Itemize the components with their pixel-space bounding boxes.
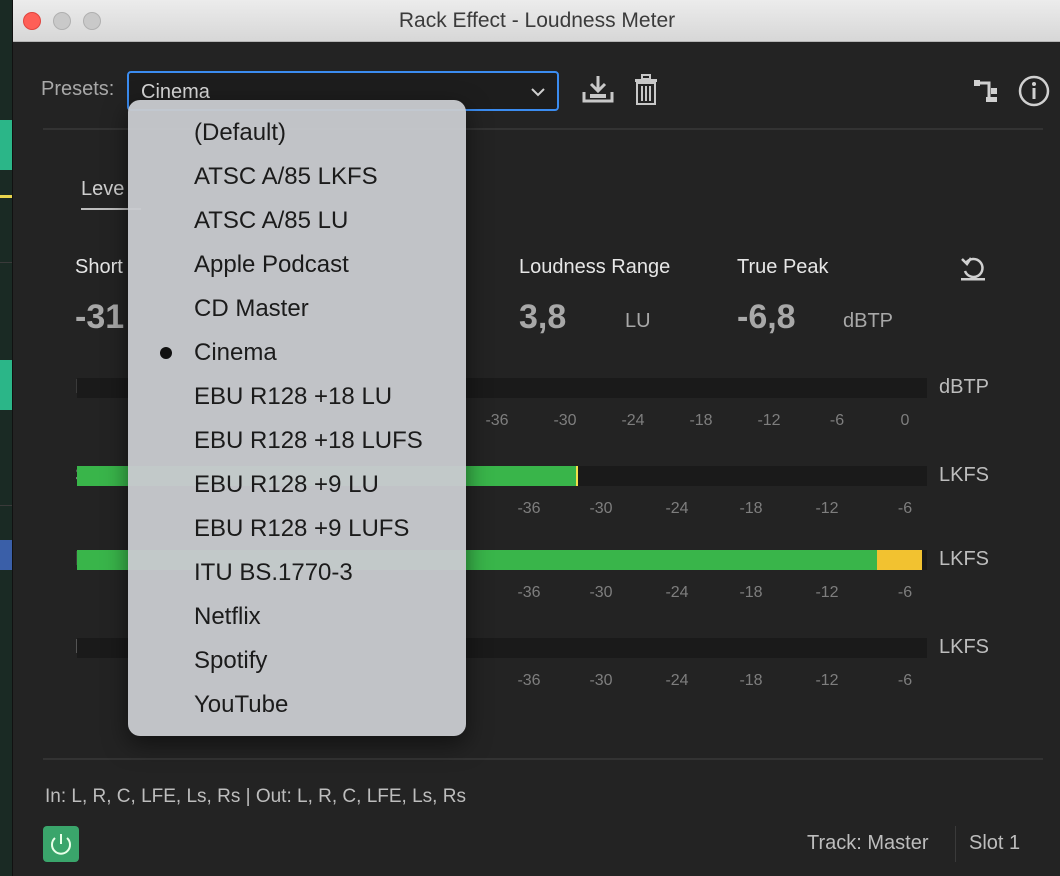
short-term-label: Short xyxy=(75,256,123,278)
meter-unit-label: dBTP xyxy=(939,376,990,398)
preset-menu-item[interactable]: YouTube xyxy=(128,682,466,726)
meter-tick-label: -36 xyxy=(517,672,541,689)
preset-menu-item[interactable]: EBU R128 +18 LUFS xyxy=(128,418,466,462)
meter-tick-label: -36 xyxy=(517,584,541,601)
true-peak-value: -6,8 xyxy=(737,298,796,336)
meter-tick-label: -30 xyxy=(589,584,613,601)
meter-tick-label: -24 xyxy=(665,584,689,601)
preset-menu-item[interactable]: EBU R128 +18 LU xyxy=(128,374,466,418)
routing-icon[interactable] xyxy=(973,78,999,104)
divider xyxy=(955,826,956,862)
meter-tick-label: -6 xyxy=(897,500,913,517)
reset-icon[interactable] xyxy=(959,254,987,282)
title-bar: Rack Effect - Loudness Meter xyxy=(13,0,1060,42)
meter-tick-label: -30 xyxy=(589,672,613,689)
preset-menu-item-label: CD Master xyxy=(194,295,309,322)
true-peak-unit: dBTP xyxy=(843,310,894,332)
meter-tick-label: -18 xyxy=(739,500,763,517)
preset-menu-item-label: YouTube xyxy=(194,691,289,718)
save-preset-icon[interactable] xyxy=(581,74,615,104)
meter-tick-label: -12 xyxy=(815,500,839,517)
preset-menu-item-label: EBU R128 +9 LU xyxy=(194,471,379,498)
window-title: Rack Effect - Loudness Meter xyxy=(398,9,676,32)
preset-menu-item[interactable]: (Default) xyxy=(128,110,466,154)
loudness-range-unit: LU xyxy=(625,310,651,332)
power-toggle-button[interactable] xyxy=(43,826,79,862)
tab-levels[interactable]: Leve xyxy=(81,178,124,201)
meter-tick-label: -6 xyxy=(829,412,845,429)
meter-tick-label: -24 xyxy=(665,672,689,689)
meter-tick-label: -18 xyxy=(739,584,763,601)
preset-menu-item-label: Spotify xyxy=(194,647,268,674)
meter-tick-label: -36 xyxy=(517,500,541,517)
preset-menu-item-label: EBU R128 +18 LU xyxy=(194,383,393,410)
selected-bullet-icon xyxy=(160,347,172,359)
meter-tick-label: -36 xyxy=(485,412,509,429)
meter-tick-label: -30 xyxy=(589,500,613,517)
info-icon[interactable] xyxy=(1017,74,1051,108)
meter-unit-label: LKFS xyxy=(939,464,990,486)
presets-menu: (Default) ATSC A/85 LKFS ATSC A/85 LU Apple… xyxy=(128,100,466,736)
preset-menu-item[interactable]: EBU R128 +9 LU xyxy=(128,462,466,506)
meter-fill-yellow xyxy=(877,550,922,570)
meter-tick-label: -6 xyxy=(897,584,913,601)
preset-menu-item-label: Apple Podcast xyxy=(194,251,349,278)
meter-tick-label: -12 xyxy=(815,584,839,601)
power-icon xyxy=(51,834,71,855)
meter-tick-label: -6 xyxy=(897,672,913,689)
meter-tick-label: -18 xyxy=(739,672,763,689)
preset-menu-item-label: EBU R128 +9 LUFS xyxy=(194,515,410,542)
meter-tick-label: -18 xyxy=(689,412,713,429)
meter-tick-label: -12 xyxy=(815,672,839,689)
loudness-range-label: Loudness Range xyxy=(519,256,671,278)
preset-menu-item-label: (Default) xyxy=(194,119,287,146)
preset-menu-item[interactable]: Netflix xyxy=(128,594,466,638)
presets-label: Presets: xyxy=(41,78,115,100)
preset-menu-item[interactable]: Apple Podcast xyxy=(128,242,466,286)
preset-menu-item[interactable]: CD Master xyxy=(128,286,466,330)
preset-menu-item-label: EBU R128 +18 LUFS xyxy=(194,427,423,454)
meter-peak-marker xyxy=(575,466,578,486)
preset-menu-item[interactable]: ITU BS.1770-3 xyxy=(128,550,466,594)
true-peak-label: True Peak xyxy=(737,256,829,278)
meter-tick-label: -30 xyxy=(553,412,577,429)
preset-menu-item[interactable]: EBU R128 +9 LUFS xyxy=(128,506,466,550)
meter-unit-label: LKFS xyxy=(939,636,990,658)
io-channel-info: In: L, R, C, LFE, Ls, Rs | Out: L, R, C,… xyxy=(45,786,466,807)
preset-menu-item-label: Cinema xyxy=(194,339,277,366)
slot-label: Slot 1 xyxy=(969,832,1021,854)
trash-icon[interactable] xyxy=(633,74,659,106)
preset-menu-item-label: ATSC A/85 LU xyxy=(194,207,349,234)
preset-menu-item[interactable]: ATSC A/85 LU xyxy=(128,198,466,242)
meter-tick-label: -24 xyxy=(621,412,645,429)
preset-menu-item[interactable]: Spotify xyxy=(128,638,466,682)
meter-unit-label: LKFS xyxy=(939,548,990,570)
preset-menu-item-label: ITU BS.1770-3 xyxy=(194,559,353,586)
divider xyxy=(43,758,1043,760)
meter-tick-label: -12 xyxy=(757,412,781,429)
preset-menu-item[interactable]: Cinema xyxy=(128,330,466,374)
preset-menu-item[interactable]: ATSC A/85 LKFS xyxy=(128,154,466,198)
preset-menu-item-label: Netflix xyxy=(194,603,261,630)
meter-tick-label: 0 xyxy=(900,412,910,429)
track-label: Track: Master xyxy=(807,832,929,854)
chevron-down-icon xyxy=(531,88,545,97)
loudness-range-value: 3,8 xyxy=(519,298,567,336)
meter-tick-label: -24 xyxy=(665,500,689,517)
preset-menu-item-label: ATSC A/85 LKFS xyxy=(194,163,378,190)
short-term-value: -31 xyxy=(75,298,125,336)
